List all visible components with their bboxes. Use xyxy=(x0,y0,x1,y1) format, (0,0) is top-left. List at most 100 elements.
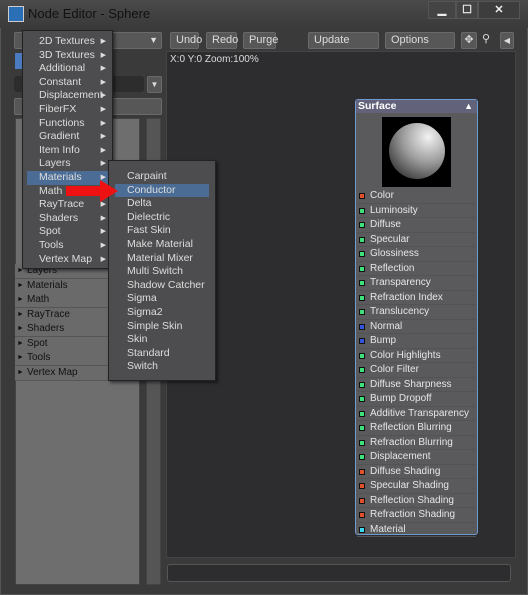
input-port-icon[interactable] xyxy=(359,294,365,301)
node-input[interactable]: Glossiness xyxy=(357,247,476,262)
node-header[interactable]: Surface ▲ xyxy=(356,100,477,113)
menu-item[interactable]: Vertex Map ▶ xyxy=(27,253,110,267)
submenu-item[interactable]: Delta xyxy=(115,197,209,211)
input-port-icon[interactable] xyxy=(359,497,365,504)
undo-button[interactable]: Undo xyxy=(170,32,202,49)
submenu-item[interactable]: Fast Skin xyxy=(115,224,209,238)
collapse-icon[interactable]: ▲ xyxy=(464,100,473,113)
minimize-button[interactable]: ▁ xyxy=(428,1,456,19)
node-input[interactable]: Specular Shading xyxy=(357,479,476,494)
options-button[interactable]: Options xyxy=(385,32,455,49)
submenu-item[interactable]: Shadow Catcher xyxy=(115,279,209,293)
input-port-icon[interactable] xyxy=(359,396,365,402)
submenu-item[interactable]: Multi Switch xyxy=(115,265,209,279)
submenu-item[interactable]: Switch xyxy=(115,360,209,374)
input-port-icon[interactable] xyxy=(359,454,365,460)
menu-item[interactable]: Constant ▶ xyxy=(27,76,110,90)
input-port-icon[interactable] xyxy=(359,338,365,344)
menu-item[interactable]: Functions ▶ xyxy=(27,117,110,131)
input-port-icon[interactable] xyxy=(359,410,365,417)
menu-item[interactable]: FiberFX ▶ xyxy=(27,103,110,117)
move-icon[interactable]: ✥ xyxy=(461,32,477,49)
node-input[interactable]: Diffuse Shading xyxy=(357,465,476,479)
input-port-icon[interactable] xyxy=(359,265,365,272)
node-input[interactable]: Normal xyxy=(357,320,476,334)
submenu-item[interactable]: Carpaint xyxy=(115,170,209,184)
menu-item[interactable]: Spot ▶ xyxy=(27,225,110,239)
input-port-icon[interactable] xyxy=(359,236,365,243)
menu-item[interactable]: 2D Textures ▶ xyxy=(27,35,110,49)
node-input[interactable]: Refraction Shading xyxy=(357,508,476,523)
submenu-item[interactable]: Skin xyxy=(115,333,209,347)
submenu-arrow-icon: ▶ xyxy=(100,146,106,154)
node-input[interactable]: Diffuse Sharpness xyxy=(357,378,476,392)
node-input[interactable]: Color Filter xyxy=(357,363,476,378)
node-input[interactable]: Specular xyxy=(357,233,476,247)
input-port-icon[interactable] xyxy=(359,323,365,330)
input-port-icon[interactable] xyxy=(359,526,365,533)
submenu-item[interactable]: Conductor xyxy=(115,183,209,198)
node-input[interactable]: Refraction Index xyxy=(357,291,476,305)
submenu-item[interactable]: Standard xyxy=(115,347,209,361)
input-port-icon[interactable] xyxy=(359,468,365,475)
tab-button[interactable] xyxy=(15,53,22,69)
node-input[interactable]: Bump xyxy=(357,334,476,349)
input-port-icon[interactable] xyxy=(359,207,365,214)
maximize-button[interactable]: ☐ xyxy=(456,1,478,19)
input-port-icon[interactable] xyxy=(359,352,365,359)
node-input[interactable]: Translucency xyxy=(357,305,476,320)
node-input[interactable]: Color xyxy=(357,189,476,204)
input-port-icon[interactable] xyxy=(359,439,365,446)
input-port-icon[interactable] xyxy=(359,425,365,431)
submenu-arrow-icon: ▶ xyxy=(100,228,106,236)
menu-item[interactable]: Item Info ▶ xyxy=(27,144,110,158)
search-dropdown-button[interactable]: ▼ xyxy=(147,76,162,93)
close-button[interactable]: ✕ xyxy=(478,1,520,19)
menu-item[interactable]: Gradient ▶ xyxy=(27,130,110,144)
redo-button[interactable]: Redo xyxy=(206,32,238,49)
surface-node[interactable]: Surface ▲ Color Luminosity Diffuse Specular G… xyxy=(355,99,478,537)
input-port-icon[interactable] xyxy=(359,483,365,489)
node-input[interactable]: Refraction Blurring xyxy=(357,436,476,450)
purge-button[interactable]: Purge xyxy=(243,32,278,49)
submenu-item[interactable]: Simple Skin xyxy=(115,320,209,334)
input-port-icon[interactable] xyxy=(359,193,365,199)
submenu-item[interactable]: Make Material xyxy=(115,238,209,252)
menu-item[interactable]: Layers ▶ xyxy=(27,157,110,171)
submenu-item[interactable]: Sigma2 xyxy=(115,306,209,320)
submenu-item[interactable]: Dielectric xyxy=(115,211,209,225)
collapse-left-icon[interactable]: ◀ xyxy=(500,32,514,49)
menu-item[interactable]: 3D Textures ▶ xyxy=(27,49,110,63)
update-button[interactable]: Update xyxy=(308,32,379,49)
submenu-item[interactable]: Sigma xyxy=(115,292,209,306)
node-input[interactable]: Displacement xyxy=(357,450,476,465)
node-input[interactable]: Color Highlights xyxy=(357,349,476,363)
menu-item[interactable]: Displacement ▶ xyxy=(27,89,110,103)
zoom-icon[interactable]: ⚲ xyxy=(478,32,494,49)
input-port-icon[interactable] xyxy=(359,251,365,257)
input-port-icon[interactable] xyxy=(359,280,365,286)
menu-item[interactable]: Tools ▶ xyxy=(27,239,110,253)
node-input[interactable]: Material xyxy=(357,523,476,537)
input-label: Bump xyxy=(370,335,397,346)
input-port-icon[interactable] xyxy=(359,512,365,518)
input-label: Bump Dropoff xyxy=(370,393,432,404)
input-port-icon[interactable] xyxy=(359,367,365,373)
menu-item-label: Functions xyxy=(39,116,85,129)
submenu-arrow-icon: ▶ xyxy=(100,242,106,249)
node-input[interactable]: Reflection Blurring xyxy=(357,421,476,436)
input-port-icon[interactable] xyxy=(359,309,365,315)
menu-item[interactable]: Additional ▶ xyxy=(27,62,110,76)
input-label: Specular Shading xyxy=(370,480,449,491)
submenu-item[interactable]: Material Mixer xyxy=(115,252,209,266)
node-input[interactable]: Bump Dropoff xyxy=(357,392,476,407)
node-input[interactable]: Additive Transparency xyxy=(357,407,476,421)
node-input[interactable]: Reflection xyxy=(357,262,476,276)
node-input[interactable]: Diffuse xyxy=(357,218,476,233)
input-port-icon[interactable] xyxy=(359,222,365,228)
menu-item[interactable]: Shaders ▶ xyxy=(27,212,110,226)
node-input[interactable]: Transparency xyxy=(357,276,476,291)
node-input[interactable]: Reflection Shading xyxy=(357,494,476,508)
input-port-icon[interactable] xyxy=(359,381,365,388)
node-input[interactable]: Luminosity xyxy=(357,204,476,218)
